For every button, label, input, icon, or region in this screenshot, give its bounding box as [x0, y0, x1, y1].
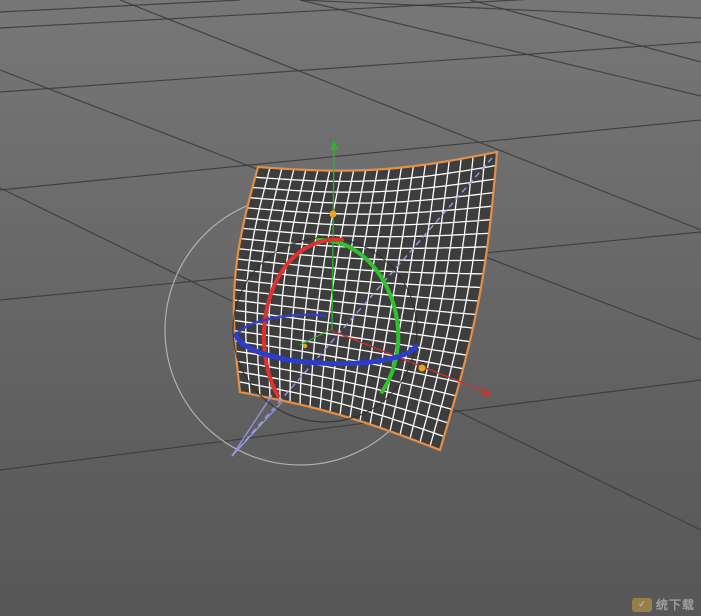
floor-grid-line — [0, 41, 701, 93]
floor-grid-line — [0, 0, 528, 29]
z-axis-handle-icon[interactable] — [302, 343, 308, 349]
watermark-badge: ✓ — [631, 597, 652, 612]
x-axis-arrow-icon[interactable] — [482, 388, 492, 397]
floor-grid-line — [299, 0, 701, 97]
x-axis-handle-icon[interactable] — [418, 364, 426, 372]
floor-grid-line — [0, 0, 241, 13]
z-axis-guide — [231, 401, 283, 457]
watermark-logo: ✓ 统下载 — [631, 596, 695, 613]
y-axis-arrow-icon[interactable] — [330, 140, 338, 150]
z-axis-guide — [231, 394, 273, 457]
3d-viewport[interactable]: ✓ 统下载 — [0, 0, 701, 616]
viewport-scene[interactable] — [0, 0, 701, 616]
floor-grid-line — [469, 0, 701, 63]
y-axis-handle-icon[interactable] — [329, 210, 337, 218]
watermark-text: 统下载 — [655, 598, 695, 612]
